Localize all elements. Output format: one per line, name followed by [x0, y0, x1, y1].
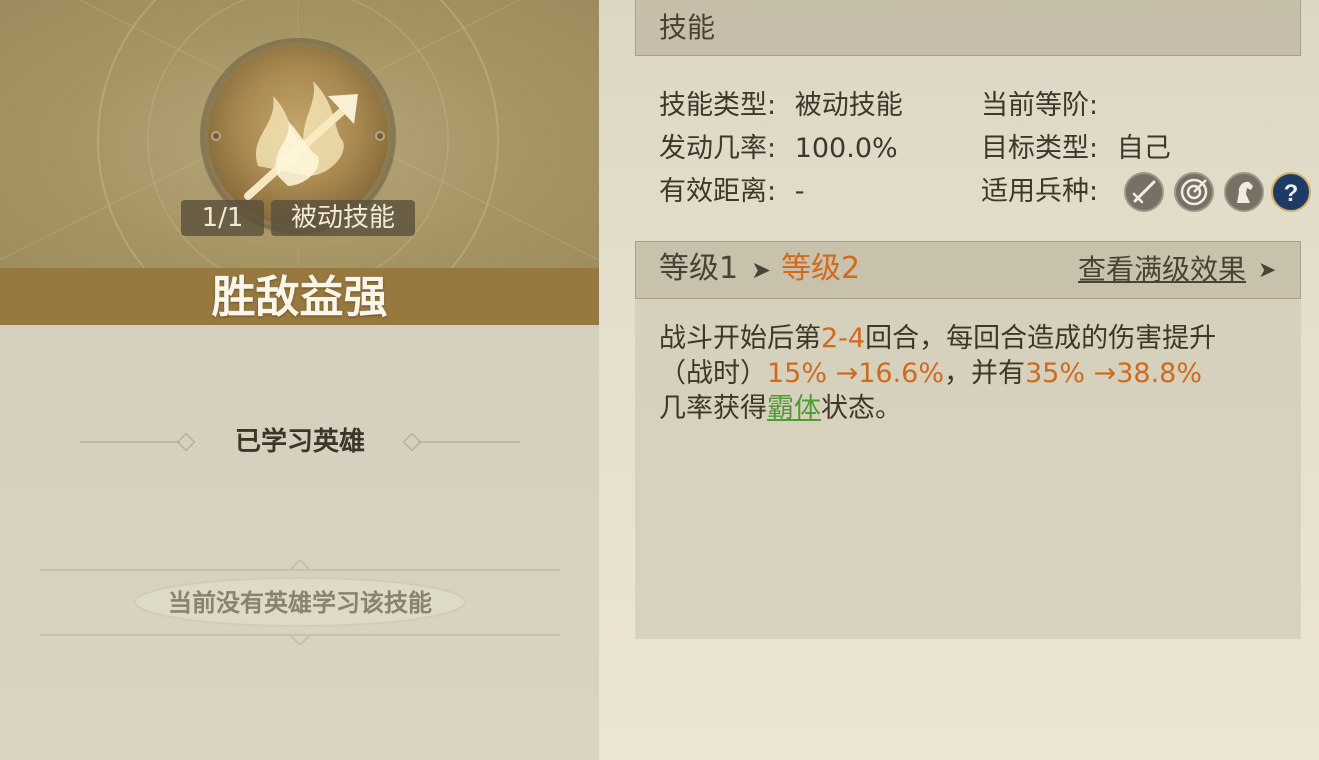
skill-emblem [208, 46, 388, 226]
desc-text: 战斗开始后第 [659, 323, 821, 354]
attr-target-type: 目标类型: 自己 [981, 129, 1171, 169]
no-heroes-message: 当前没有英雄学习该技能 [168, 589, 432, 617]
status-keyword-link[interactable]: 霸体 [767, 393, 821, 424]
skill-info-header [635, 0, 1301, 56]
description-line-2: （战时）15% →16.6%，并有35% →38.8% [659, 356, 1202, 392]
desc-highlight: 2-4 [821, 323, 866, 354]
description-line-1: 战斗开始后第2-4回合，每回合造成的伤害提升 [659, 321, 1216, 357]
attr-value: 100.0% [794, 133, 898, 164]
view-max-level-link[interactable]: 查看满级效果 [1078, 250, 1246, 290]
attr-troop-types: 适用兵种: [981, 172, 1098, 212]
emblem-stud-right [375, 131, 385, 141]
attr-label: 适用兵种: [981, 176, 1099, 207]
attr-value: 被动技能 [794, 90, 903, 121]
level-arrow-icon: ➤ [751, 256, 772, 284]
attr-skill-type: 技能类型: 被动技能 [659, 86, 903, 126]
desc-text: 几率获得 [659, 393, 767, 424]
desc-highlight: 15% →16.6% [767, 358, 944, 389]
skill-detail-panel: 1/1 被动技能 胜敌益强 已学习英雄 当前没有英雄学习该技能 [0, 0, 599, 760]
attr-label: 当前等阶: [981, 90, 1099, 121]
attr-label: 目标类型: [981, 133, 1099, 164]
learned-heroes-title: 已学习英雄 [234, 427, 365, 457]
level-to: 等级2 [781, 251, 861, 286]
attr-current-rank: 当前等阶: [981, 86, 1117, 126]
help-icon[interactable]: ? [1271, 172, 1311, 212]
attr-value: 自己 [1116, 133, 1171, 164]
desc-text: ，并有 [944, 358, 1025, 389]
description-line-3: 几率获得霸体状态。 [659, 391, 902, 427]
level-from: 等级1 [659, 251, 739, 286]
skill-banner: 1/1 被动技能 [0, 0, 599, 268]
desc-text: 回合，每回合造成的伤害提升 [865, 323, 1217, 354]
attr-trigger-rate: 发动几率: 100.0% [659, 129, 898, 169]
emblem-stud-left [211, 131, 221, 141]
desc-highlight: 35% →38.8% [1025, 358, 1202, 389]
attr-value: - [794, 176, 805, 207]
desc-text: （战时） [659, 358, 767, 389]
spear-flame-icon [244, 81, 358, 200]
target-icon[interactable] [1174, 172, 1214, 212]
desc-text: 状态。 [821, 393, 902, 424]
skill-type-badge: 被动技能 [271, 200, 415, 236]
horse-icon[interactable] [1224, 172, 1264, 212]
skill-info-title: 技能 [659, 11, 716, 44]
skill-name: 胜敌益强 [211, 272, 388, 323]
sword-icon[interactable] [1124, 172, 1164, 212]
attr-label: 技能类型: [659, 90, 777, 121]
attr-effective-range: 有效距离: - [659, 172, 804, 212]
chevron-right-icon[interactable]: ➤ [1258, 252, 1276, 290]
skill-count-badge: 1/1 [181, 200, 264, 236]
svg-text:?: ? [1284, 180, 1299, 207]
attr-label: 发动几率: [659, 133, 777, 164]
attr-label: 有效距离: [659, 176, 777, 207]
